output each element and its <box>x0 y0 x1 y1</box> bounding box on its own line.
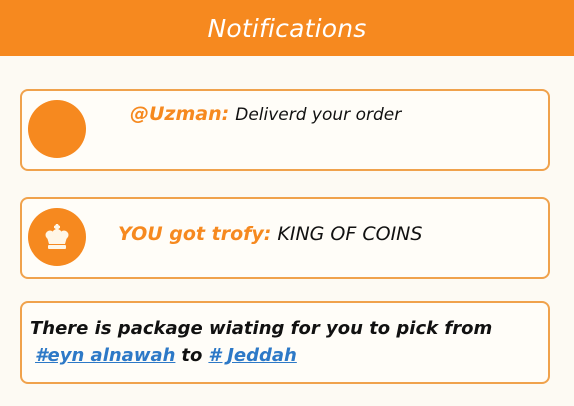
avatar[interactable] <box>28 100 86 158</box>
user-mention[interactable]: @Uzman: <box>130 103 229 125</box>
route-connector: to <box>181 345 203 366</box>
crown-icon <box>45 224 69 249</box>
notification-text: YOU got trofy: KING OF COINS <box>118 223 422 245</box>
page-title: Notifications <box>207 13 367 43</box>
package-notification-text: There is package wiating for you to pick… <box>30 315 492 369</box>
package-route: #eyn alnawah to # Jeddah <box>30 342 492 369</box>
achievement-name: KING OF COINS <box>277 223 423 245</box>
to-location-link[interactable]: # Jeddah <box>208 345 296 366</box>
from-location-link[interactable]: #eyn alnawah <box>35 345 175 366</box>
package-message: There is package wiating for you to pick… <box>30 318 493 339</box>
notifications-header: Notifications <box>0 0 574 56</box>
notification-card-trophy[interactable]: YOU got trofy: KING OF COINS <box>20 197 550 279</box>
achievement-prefix: YOU got trofy: <box>118 223 272 245</box>
trophy-badge <box>28 208 86 266</box>
notification-card-order[interactable]: @Uzman: Deliverd your order <box>20 89 550 171</box>
notification-text: @Uzman: Deliverd your order <box>130 103 401 125</box>
notification-card-package[interactable]: There is package wiating for you to pick… <box>20 301 550 384</box>
notification-message: Deliverd your order <box>235 105 402 125</box>
